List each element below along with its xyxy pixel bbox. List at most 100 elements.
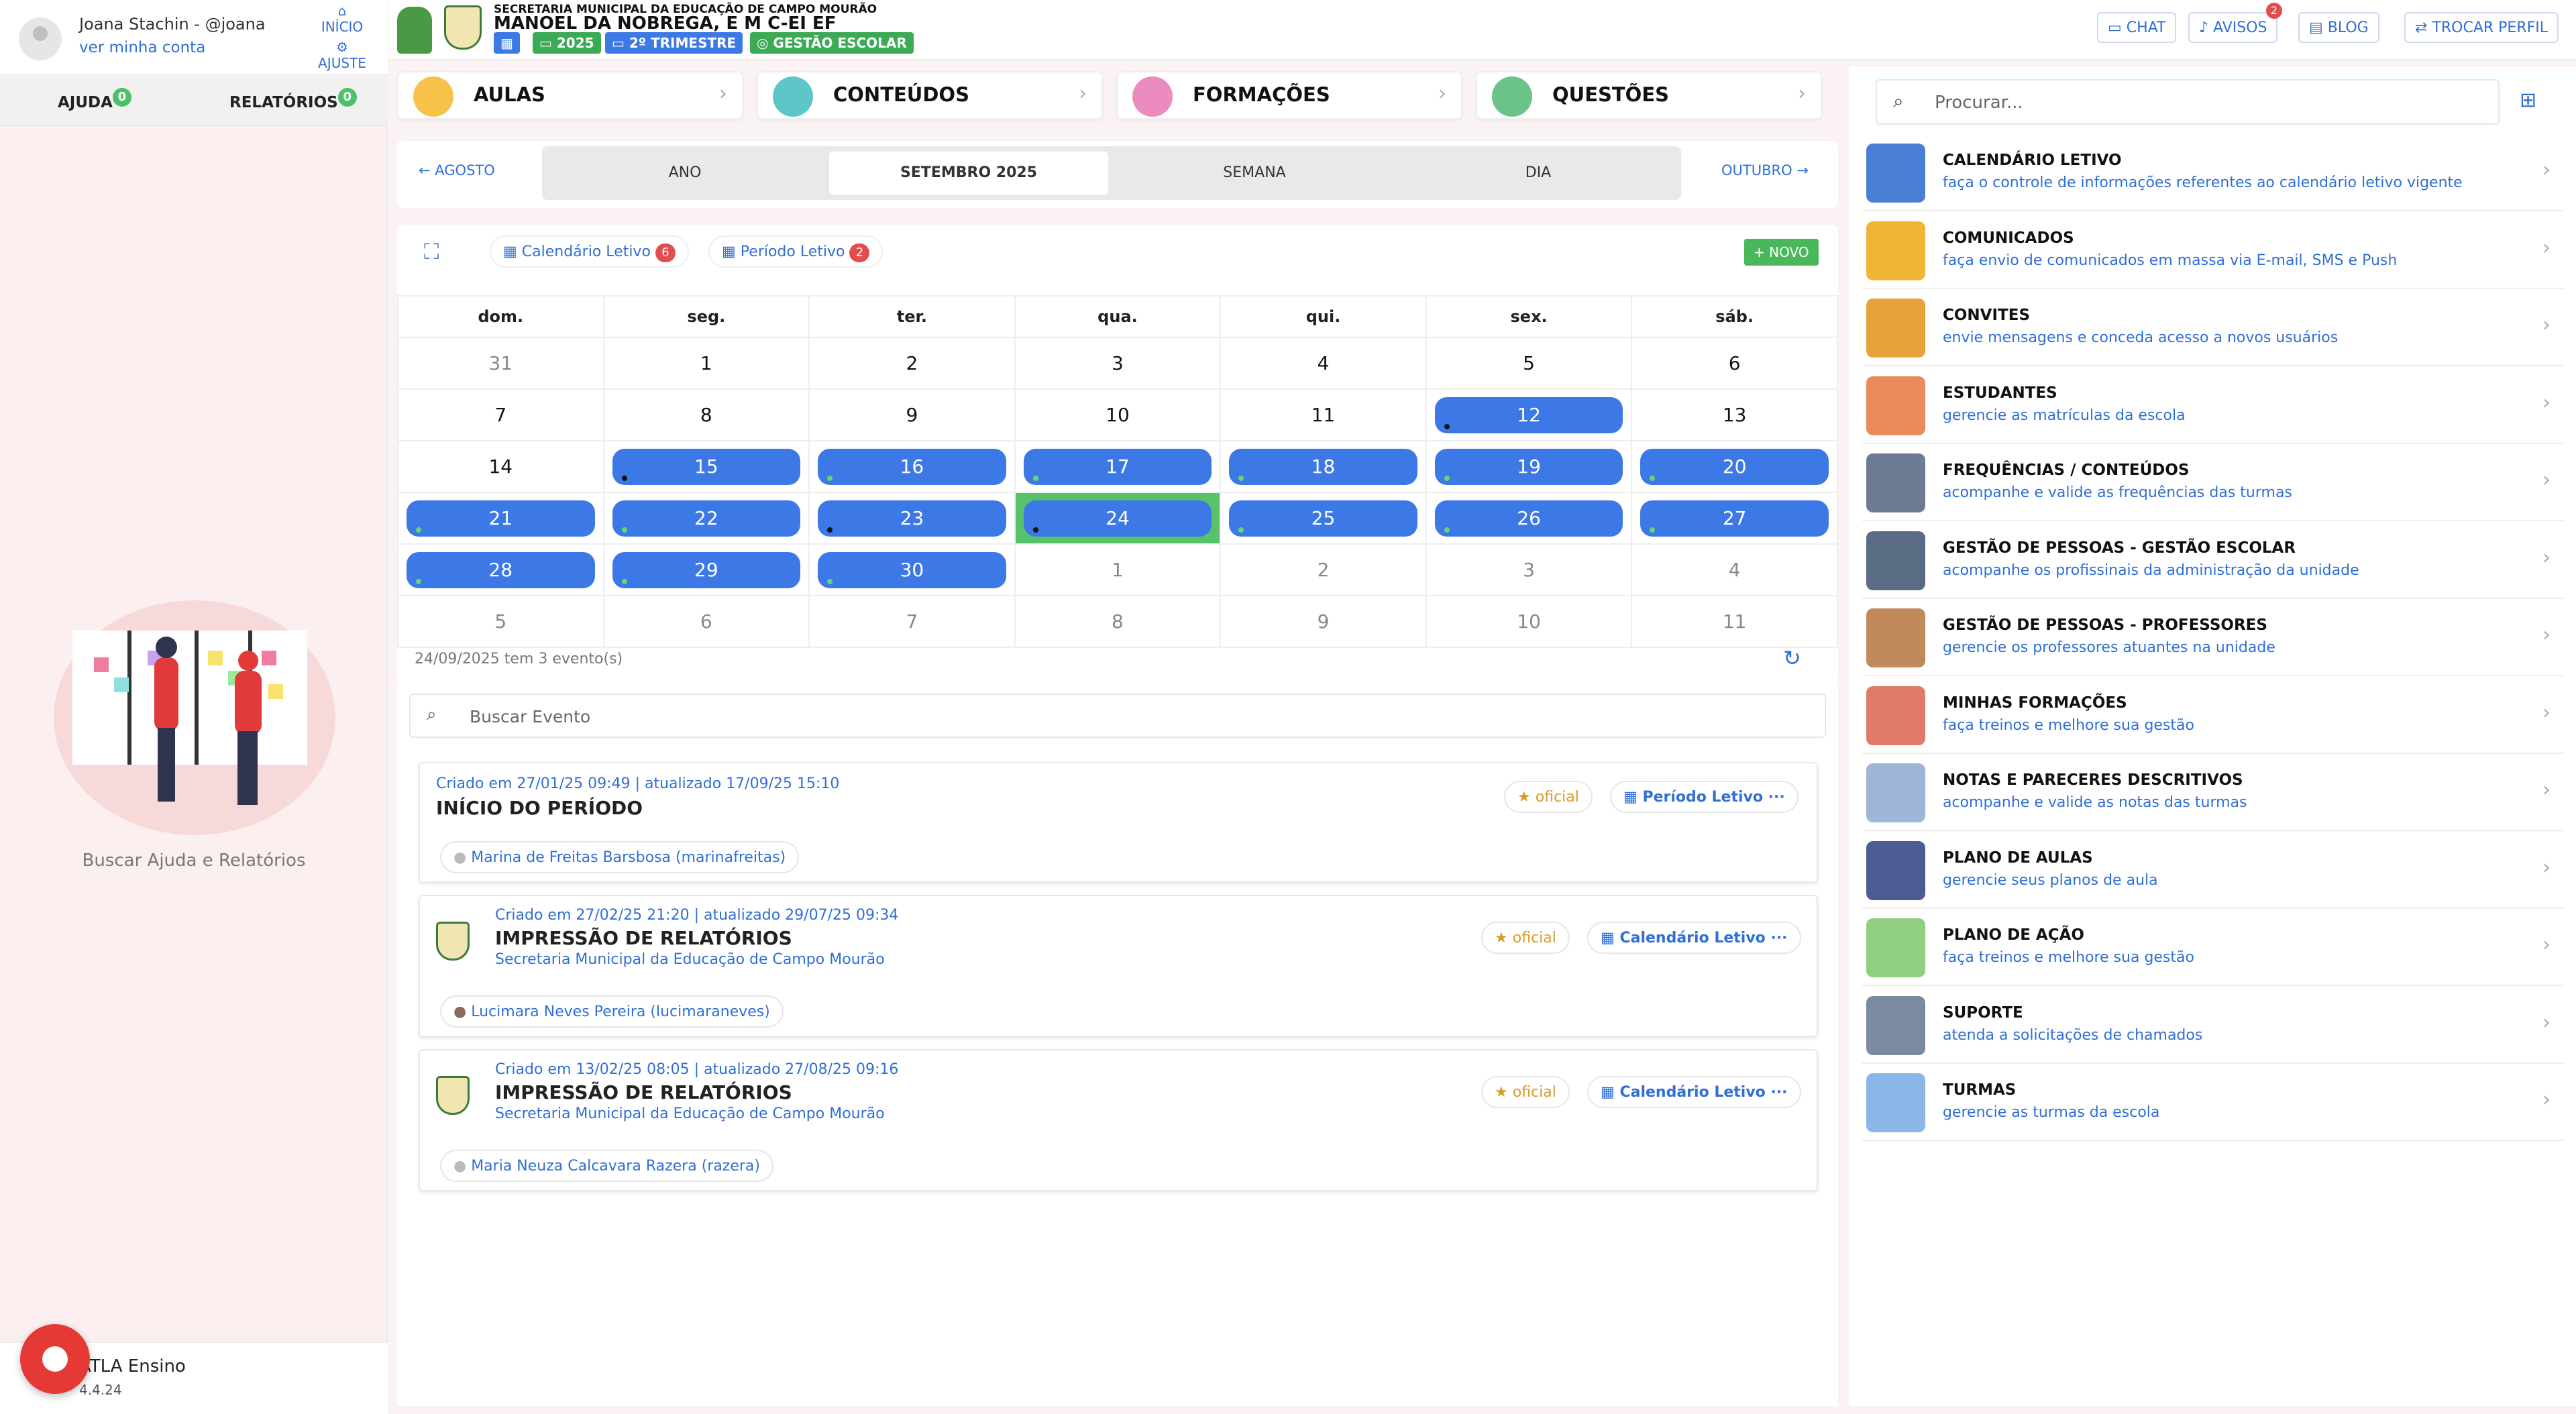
day-cell[interactable]: 5 <box>1425 337 1633 390</box>
event-type-chip[interactable]: ▦ Calendário Letivo ··· <box>1587 922 1801 954</box>
year-badge[interactable]: ▭ 2025 <box>533 32 601 54</box>
event-type-chip[interactable]: ▦ Calendário Letivo ··· <box>1587 1076 1801 1108</box>
day-cell[interactable]: 9 <box>808 388 1016 441</box>
day-cell[interactable]: 22 <box>602 492 810 545</box>
view-year[interactable]: ANO <box>547 152 822 195</box>
switch-profile-button[interactable]: ⇄ TROCAR PERFIL <box>2404 12 2559 43</box>
expand-icon[interactable]: ⛶ <box>424 239 439 265</box>
filter-periodo-letivo[interactable]: ▦ Período Letivo 2 <box>708 235 883 268</box>
event-day[interactable]: 23 <box>818 500 1006 537</box>
official-tag[interactable]: ★ oficial <box>1481 1076 1570 1108</box>
event-day[interactable]: 25 <box>1229 500 1417 537</box>
filter-calendario-letivo[interactable]: ▦ Calendário Letivo 6 <box>490 235 689 268</box>
day-cell[interactable]: 4 <box>1631 543 1838 596</box>
refresh-icon[interactable]: ↻ <box>1783 645 1801 671</box>
event-card[interactable]: Criado em 13/02/25 08:05 | atualizado 27… <box>419 1049 1818 1191</box>
day-cell[interactable]: 12 <box>1425 388 1633 441</box>
day-cell[interactable]: 13 <box>1631 388 1838 441</box>
menu-item[interactable]: PLANO DE AÇÃO faça treinos e melhore sua … <box>1862 909 2564 986</box>
day-cell[interactable]: 15 <box>602 440 810 493</box>
event-card[interactable]: Criado em 27/01/25 09:49 | atualizado 17… <box>419 762 1818 883</box>
more-icon[interactable]: ··· <box>1770 930 1787 946</box>
event-day[interactable]: 15 <box>612 448 801 485</box>
prev-month-button[interactable]: ← AGOSTO <box>419 162 495 178</box>
day-cell[interactable]: 3 <box>1425 543 1633 596</box>
event-day[interactable]: 27 <box>1640 500 1829 537</box>
menu-item[interactable]: SUPORTE atenda a solicitações de chamados… <box>1862 987 2564 1064</box>
official-tag[interactable]: ★ oficial <box>1481 922 1570 954</box>
module-aulas[interactable]: AULAS › <box>397 71 743 119</box>
event-day[interactable]: 16 <box>818 448 1006 485</box>
day-cell[interactable]: 17 <box>1014 440 1222 493</box>
blog-button[interactable]: ▤ BLOG <box>2298 12 2379 43</box>
day-cell[interactable]: 25 <box>1220 492 1427 545</box>
menu-item[interactable]: FREQUÊNCIAS / CONTEÚDOS acompanhe e valid… <box>1862 444 2564 521</box>
event-day[interactable]: 30 <box>818 551 1006 588</box>
event-day[interactable]: 19 <box>1434 448 1623 485</box>
day-cell[interactable]: 30 <box>808 543 1016 596</box>
menu-search[interactable]: ⌕ Procurar... <box>1876 79 2500 125</box>
day-cell[interactable]: 20 <box>1631 440 1838 493</box>
menu-item[interactable]: GESTÃO DE PESSOAS - GESTÃO ESCOLAR acompa… <box>1862 522 2564 599</box>
person-chip[interactable]: ● Marina de Freitas Barsbosa (marinafrei… <box>440 841 800 873</box>
day-cell[interactable]: 21 <box>397 492 604 545</box>
day-cell[interactable]: 4 <box>1220 337 1427 390</box>
menu-item[interactable]: GESTÃO DE PESSOAS - PROFESSORES gerencie … <box>1862 599 2564 676</box>
day-cell[interactable]: 6 <box>1631 337 1838 390</box>
event-day[interactable]: 22 <box>612 500 801 537</box>
menu-search-input[interactable]: Procurar... <box>1935 93 2023 113</box>
day-cell[interactable]: 10 <box>1014 388 1222 441</box>
event-card[interactable]: Criado em 27/02/25 21:20 | atualizado 29… <box>419 895 1818 1037</box>
person-chip[interactable]: ● Maria Neuza Calcavara Razera (razera) <box>440 1150 773 1182</box>
menu-item[interactable]: COMUNICADOS faça envio de comunicados em … <box>1862 212 2564 289</box>
day-cell[interactable]: 11 <box>1220 388 1427 441</box>
event-day[interactable]: 12 <box>1434 396 1623 433</box>
event-day[interactable]: 24 <box>1023 500 1212 537</box>
grid-view-icon[interactable]: ⊞ <box>2520 89 2536 112</box>
day-cell[interactable]: 18 <box>1220 440 1427 493</box>
event-day[interactable]: 21 <box>407 500 595 537</box>
day-cell[interactable]: 27 <box>1631 492 1838 545</box>
day-cell[interactable]: 28 <box>397 543 604 596</box>
official-tag[interactable]: ★ oficial <box>1504 781 1593 813</box>
menu-item[interactable]: CONVITES envie mensagens e conceda acesso… <box>1862 289 2564 366</box>
menu-item[interactable]: ESTUDANTES gerencie as matrículas da esco… <box>1862 367 2564 444</box>
view-month[interactable]: SETEMBRO 2025 <box>829 152 1108 195</box>
event-day[interactable]: 18 <box>1229 448 1417 485</box>
menu-item[interactable]: NOTAS E PARECERES DESCRITIVOS acompanhe e… <box>1862 754 2564 831</box>
avatar[interactable] <box>19 17 62 60</box>
next-month-button[interactable]: OUTUBRO → <box>1721 162 1809 178</box>
event-type-chip[interactable]: ▦ Período Letivo ··· <box>1610 781 1799 813</box>
new-event-button[interactable]: + NOVO <box>1744 239 1819 266</box>
tab-ajuda[interactable]: AJUDA 0 <box>58 88 131 113</box>
more-icon[interactable]: ··· <box>1768 789 1785 806</box>
day-cell[interactable]: 8 <box>1014 595 1222 648</box>
day-cell[interactable]: 5 <box>397 595 604 648</box>
event-day[interactable]: 20 <box>1640 448 1829 485</box>
menu-item[interactable]: CALENDÁRIO LETIVO faça o controle de info… <box>1862 134 2564 211</box>
event-search-input[interactable]: Buscar Evento <box>470 707 590 726</box>
view-week[interactable]: SEMANA <box>1115 152 1394 195</box>
day-cell[interactable]: 2 <box>1220 543 1427 596</box>
tab-relatorios[interactable]: RELATÓRIOS 0 <box>229 88 357 113</box>
module-conteudos[interactable]: CONTEÚDOS › <box>757 71 1103 119</box>
chat-fab-button[interactable] <box>20 1324 90 1394</box>
menu-item[interactable]: TURMAS gerencie as turmas da escola › <box>1862 1064 2564 1141</box>
avisos-button[interactable]: ♪ AVISOS <box>2188 12 2278 43</box>
day-cell[interactable]: 2 <box>808 337 1016 390</box>
settings-button[interactable]: ⚙ AJUSTE <box>310 39 374 71</box>
day-cell[interactable]: 7 <box>397 388 604 441</box>
day-cell[interactable]: 14 <box>397 440 604 493</box>
menu-item[interactable]: PLANO DE AULAS gerencie seus planos de au… <box>1862 832 2564 909</box>
day-cell[interactable]: 1 <box>1014 543 1222 596</box>
day-cell[interactable]: 3 <box>1014 337 1222 390</box>
event-day[interactable]: 28 <box>407 551 595 588</box>
day-cell[interactable]: 8 <box>602 388 810 441</box>
day-cell[interactable]: 31 <box>397 337 604 390</box>
day-cell[interactable]: 1 <box>602 337 810 390</box>
person-chip[interactable]: ● Lucimara Neves Pereira (lucimaraneves) <box>440 995 784 1028</box>
view-day[interactable]: DIA <box>1401 152 1676 195</box>
day-cell[interactable]: 10 <box>1425 595 1633 648</box>
day-cell[interactable]: 7 <box>808 595 1016 648</box>
module-formacoes[interactable]: FORMAÇÕES › <box>1116 71 1462 119</box>
